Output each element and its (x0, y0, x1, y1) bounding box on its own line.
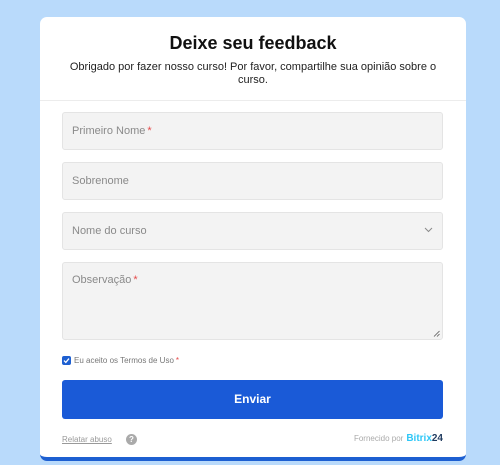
last-name-placeholder: Sobrenome (72, 175, 129, 187)
required-mark: * (133, 274, 138, 286)
first-name-field[interactable]: Primeiro Nome * (62, 112, 443, 150)
powered-by[interactable]: Fornecido por Bitrix 24 (354, 433, 443, 444)
feedback-form-card: Deixe seu feedback Obrigado por fazer no… (40, 17, 466, 461)
report-abuse-link[interactable]: Relatar abuso (62, 435, 112, 444)
course-name-select[interactable]: Nome do curso (62, 212, 443, 250)
form-subtitle: Obrigado por fazer nosso curso! Por favo… (69, 61, 437, 86)
help-icon[interactable]: ? (126, 434, 137, 445)
required-mark: * (175, 355, 180, 365)
note-placeholder: Observação (72, 274, 132, 286)
form-header: Deixe seu feedback Obrigado por fazer no… (40, 17, 466, 101)
powered-by-label: Fornecido por (353, 434, 404, 443)
brand-logo-part2: 24 (431, 433, 443, 444)
terms-consent[interactable]: Eu aceito os Termos de Uso * (62, 354, 179, 366)
note-textarea[interactable]: Observação * (62, 262, 443, 340)
first-name-placeholder: Primeiro Nome (72, 125, 146, 137)
terms-checkbox[interactable] (62, 355, 71, 365)
form-footer: Relatar abuso ? Fornecido por Bitrix 24 (62, 433, 443, 447)
brand-logo-part1: Bitrix (406, 433, 432, 444)
last-name-field[interactable]: Sobrenome (62, 162, 443, 200)
check-icon (63, 357, 70, 363)
submit-button[interactable]: Enviar (62, 380, 443, 419)
required-mark: * (147, 125, 152, 137)
terms-label[interactable]: Eu aceito os Termos de Uso (74, 356, 174, 365)
course-name-placeholder: Nome do curso (72, 225, 147, 237)
resize-handle-icon[interactable] (433, 330, 440, 337)
form-title: Deixe seu feedback (169, 33, 337, 53)
chevron-down-icon (424, 227, 433, 233)
